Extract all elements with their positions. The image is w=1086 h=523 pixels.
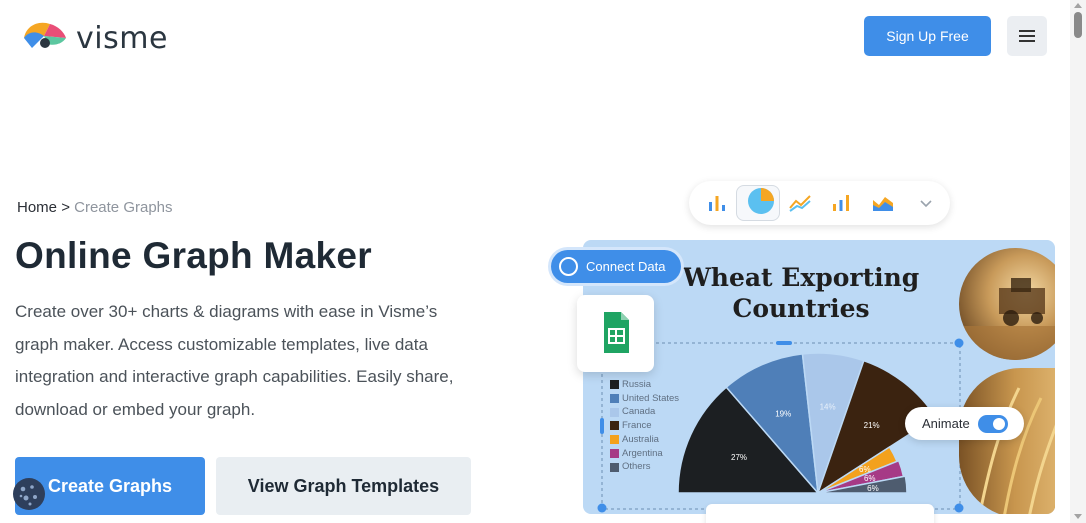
line-chart-icon[interactable] bbox=[788, 191, 812, 215]
breadcrumb: Home > Create Graphs bbox=[17, 199, 173, 216]
selection-handle-left[interactable] bbox=[600, 418, 604, 434]
legend-label: Australia bbox=[622, 433, 659, 445]
connect-data-icon bbox=[559, 257, 578, 276]
view-graph-templates-button[interactable]: View Graph Templates bbox=[216, 457, 471, 515]
selection-handle-top[interactable] bbox=[776, 341, 792, 345]
legend-item: United States bbox=[610, 392, 679, 406]
legend-swatch bbox=[610, 407, 619, 417]
legend-label: United States bbox=[622, 392, 680, 404]
hamburger-menu-button[interactable] bbox=[1007, 16, 1047, 56]
hero-description: Create over 30+ charts & diagrams with e… bbox=[15, 302, 454, 419]
pie-data-label: 6% bbox=[859, 465, 871, 474]
wheat-image bbox=[978, 387, 1055, 514]
selection-handle-bottom-left[interactable] bbox=[597, 503, 607, 513]
chevron-down-icon[interactable] bbox=[914, 191, 938, 215]
legend-item: Others bbox=[610, 460, 679, 474]
legend-label: Russia bbox=[622, 379, 652, 390]
sign-up-button[interactable]: Sign Up Free bbox=[864, 16, 991, 56]
animate-label: Animate bbox=[922, 416, 970, 431]
page-title: Online Graph Maker bbox=[15, 235, 372, 276]
breadcrumb-home-link[interactable]: Home bbox=[17, 199, 57, 216]
wheat-photo bbox=[959, 368, 1055, 514]
scroll-thumb[interactable] bbox=[1074, 12, 1082, 38]
bar-chart-icon[interactable] bbox=[705, 191, 729, 215]
legend-item: Australia bbox=[610, 433, 679, 447]
legend-item: France bbox=[610, 419, 679, 433]
legend-item: Canada bbox=[610, 405, 679, 419]
hamburger-icon bbox=[1019, 35, 1035, 37]
pie-data-label: 21% bbox=[864, 421, 880, 430]
site-header: visme Sign Up Free bbox=[0, 0, 1070, 72]
selection-handle-bottom-right[interactable] bbox=[954, 503, 964, 513]
animate-toggle-card[interactable]: Animate bbox=[905, 407, 1024, 440]
legend-swatch bbox=[610, 394, 619, 404]
chameleon-logo-icon bbox=[24, 22, 66, 48]
breadcrumb-separator: > bbox=[61, 199, 70, 216]
pie-chart-icon[interactable] bbox=[746, 186, 776, 216]
legend-label: France bbox=[622, 420, 652, 432]
cookie-settings-icon[interactable] bbox=[12, 477, 46, 511]
google-sheets-card[interactable] bbox=[577, 295, 654, 372]
legend-swatch bbox=[610, 435, 619, 445]
column-chart-icon[interactable] bbox=[829, 191, 853, 215]
logo-wordmark: visme bbox=[76, 21, 168, 56]
legend-swatch bbox=[610, 448, 619, 458]
pie-data-label: 6% bbox=[867, 484, 879, 493]
pie-data-label: 6% bbox=[864, 474, 876, 483]
google-sheets-icon bbox=[604, 312, 629, 353]
area-chart-icon[interactable] bbox=[871, 191, 895, 215]
legend-item: Russia bbox=[610, 378, 679, 392]
legend-swatch bbox=[610, 380, 619, 390]
connect-data-label: Connect Data bbox=[586, 259, 666, 274]
settings-card-partial bbox=[706, 504, 934, 523]
scroll-down-arrow-icon[interactable] bbox=[1074, 514, 1082, 519]
visme-logo[interactable]: visme bbox=[22, 18, 182, 56]
pie-data-label: 19% bbox=[775, 409, 791, 418]
legend-item: Argentina bbox=[610, 447, 679, 461]
connect-data-button[interactable]: Connect Data bbox=[551, 250, 681, 283]
vertical-scrollbar[interactable] bbox=[1070, 0, 1086, 523]
pie-data-label: 27% bbox=[731, 453, 747, 462]
legend-swatch bbox=[610, 421, 619, 431]
legend-label: Argentina bbox=[622, 447, 663, 459]
chart-legend: Russia United States Canada France Australia… bbox=[610, 378, 679, 474]
animate-toggle-switch[interactable] bbox=[978, 415, 1008, 433]
breadcrumb-current: Create Graphs bbox=[74, 199, 173, 216]
chart-type-toolbar bbox=[689, 181, 950, 225]
pie-data-label: 14% bbox=[820, 403, 836, 412]
legend-label: Canada bbox=[622, 406, 656, 418]
legend-swatch bbox=[610, 462, 619, 472]
selection-handle-top-right[interactable] bbox=[954, 338, 964, 348]
scroll-up-arrow-icon[interactable] bbox=[1074, 3, 1082, 8]
legend-label: Others bbox=[622, 461, 651, 473]
